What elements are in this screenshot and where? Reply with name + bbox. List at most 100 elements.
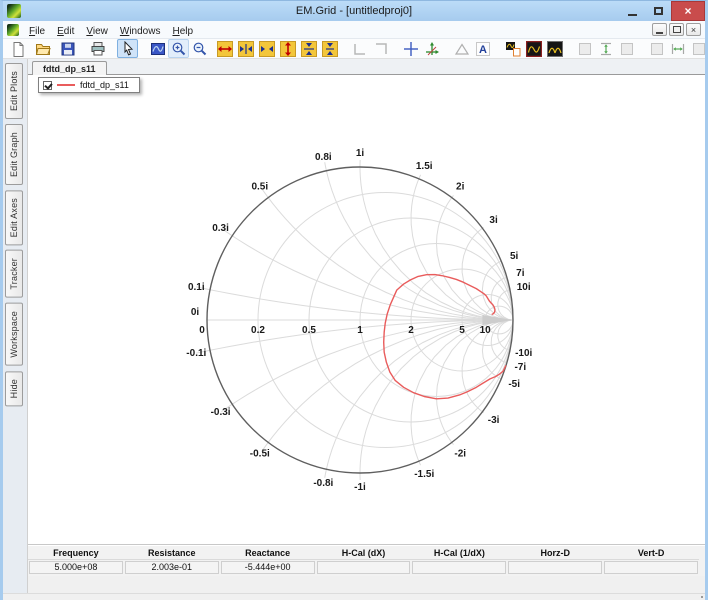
menu-view[interactable]: View	[80, 24, 114, 39]
menu-edit[interactable]: Edit	[51, 24, 80, 39]
save-floppy-icon	[60, 41, 76, 57]
axis-tick-label: 0	[199, 325, 205, 336]
readout-header: Horz-D	[507, 547, 603, 560]
legend-checkbox[interactable]	[43, 81, 52, 90]
zoom-in-button[interactable]	[168, 39, 189, 58]
toolbar: A Layout	[3, 39, 705, 59]
doc-tab-fdtd-dp-s11[interactable]: fdtd_dp_s11	[32, 61, 107, 75]
sidebar-tab-workspace[interactable]: Workspace	[5, 303, 23, 366]
mdi-minimize-button[interactable]	[652, 23, 667, 36]
pan-x-button[interactable]	[235, 39, 256, 58]
sidebar-tab-edit-graph[interactable]: Edit Graph	[5, 124, 23, 185]
readout-header: H-Cal (dX)	[316, 547, 412, 560]
pan-y-icon	[301, 41, 317, 57]
readout-header: Vert-D	[603, 547, 699, 560]
expand-x-button[interactable]	[214, 39, 235, 58]
axis-tick-label: -1.5i	[414, 469, 434, 480]
axis-tick-label: -0.1i	[186, 348, 206, 359]
svg-text:A: A	[479, 44, 487, 56]
expand-y-icon	[280, 41, 296, 57]
axis-tick-label: 0.8i	[315, 152, 332, 163]
mdi-close-icon: ×	[691, 25, 696, 35]
new-graph-icon	[505, 41, 521, 57]
axis-tick-label: 7i	[516, 268, 525, 279]
readout-col-resistance: Resistance2.003e-01	[124, 547, 220, 574]
xy-plot-button[interactable]	[523, 39, 544, 58]
xy-plot-icon	[526, 41, 542, 57]
open-file-button[interactable]	[32, 39, 53, 58]
h-group-a-button[interactable]	[646, 39, 667, 58]
h-spacing-icon	[670, 41, 686, 57]
printer-icon	[90, 41, 106, 57]
menu-bar: FileEditViewWindowsHelp ×	[3, 21, 705, 39]
minimize-button[interactable]	[619, 1, 645, 21]
window-title: EM.Grid - [untitledproj0]	[3, 5, 705, 17]
axis-tick-label: -2i	[454, 449, 466, 460]
disabled-box-icon	[649, 41, 665, 57]
corner-bl-button[interactable]	[349, 39, 370, 58]
sidebar-tab-hide[interactable]: Hide	[5, 371, 23, 406]
corner-tr-button[interactable]	[370, 39, 391, 58]
zoom-out-button[interactable]	[189, 39, 210, 58]
axis-tick-label: 0.1i	[188, 282, 205, 293]
readout-value: 5.000e+08	[29, 561, 123, 574]
axis-tick-label: 0.5i	[251, 181, 268, 192]
sidebar-tab-edit-plots[interactable]: Edit Plots	[5, 63, 23, 119]
axis-tick-label: 1	[357, 325, 363, 336]
v-group-b-button[interactable]	[616, 39, 637, 58]
axis-tick-label: 0i	[191, 307, 200, 318]
disabled-box-icon	[691, 41, 707, 57]
menu-help[interactable]: Help	[166, 24, 199, 39]
new-document-button[interactable]	[7, 39, 28, 58]
triangle-tool-button[interactable]	[451, 39, 472, 58]
axis-tick-label: -3i	[488, 415, 500, 426]
axes-tool-button[interactable]	[421, 39, 442, 58]
h-group-b-button[interactable]	[688, 39, 708, 58]
shrink-x-icon	[259, 41, 275, 57]
shrink-y-button[interactable]	[319, 39, 340, 58]
mdi-close-button[interactable]: ×	[686, 23, 701, 36]
cursor-arrow-icon	[120, 41, 136, 57]
plus-icon	[403, 41, 419, 57]
pan-y-button[interactable]	[298, 39, 319, 58]
h-spacing-button[interactable]	[667, 39, 688, 58]
text-label-button[interactable]: A	[472, 39, 493, 58]
readout-header: Reactance	[220, 547, 316, 560]
disabled-box-icon	[619, 41, 635, 57]
axis-tick-label: 0.5	[302, 325, 316, 336]
axis-tick-label: 0.3i	[212, 223, 229, 234]
axis-tick-label: 5	[459, 325, 465, 336]
menu-file[interactable]: File	[23, 24, 51, 39]
disabled-box-icon	[577, 41, 593, 57]
shrink-x-button[interactable]	[256, 39, 277, 58]
axis-tick-label: 1i	[356, 148, 365, 159]
new-graph-window-button[interactable]	[502, 39, 523, 58]
full-view-button[interactable]	[147, 39, 168, 58]
v-spacing-icon	[598, 41, 614, 57]
sidebar-tab-edit-axes[interactable]: Edit Axes	[5, 190, 23, 245]
v-group-a-button[interactable]	[574, 39, 595, 58]
sidebar-tab-tracker[interactable]: Tracker	[5, 250, 23, 298]
close-button[interactable]: ×	[671, 1, 705, 21]
menu-windows[interactable]: Windows	[114, 24, 167, 39]
add-marker-button[interactable]	[400, 39, 421, 58]
corner-bl-icon	[352, 41, 368, 57]
select-cursor-button[interactable]	[117, 39, 138, 58]
axis-tick-label: 2	[408, 325, 414, 336]
maximize-button[interactable]	[645, 1, 671, 21]
resize-grip-icon[interactable]	[693, 596, 703, 600]
expand-y-button[interactable]	[277, 39, 298, 58]
v-spacing-button[interactable]	[595, 39, 616, 58]
save-button[interactable]	[57, 39, 78, 58]
axis-tick-label: -0.8i	[313, 478, 333, 489]
expand-x-icon	[217, 41, 233, 57]
smith-chart[interactable]: 00.20.5125100i0.1i0.3i0.5i0.8i1i1.5i2i3i…	[28, 75, 705, 545]
smith-plot-button[interactable]	[544, 39, 565, 58]
axis-tick-label: -1i	[354, 482, 366, 493]
readout-col-frequency: Frequency5.000e+08	[28, 547, 124, 574]
mdi-restore-button[interactable]	[669, 23, 684, 36]
zoom-in-icon	[171, 41, 187, 57]
readout-header: Frequency	[28, 547, 124, 560]
maximize-icon	[654, 7, 663, 15]
print-button[interactable]	[87, 39, 108, 58]
